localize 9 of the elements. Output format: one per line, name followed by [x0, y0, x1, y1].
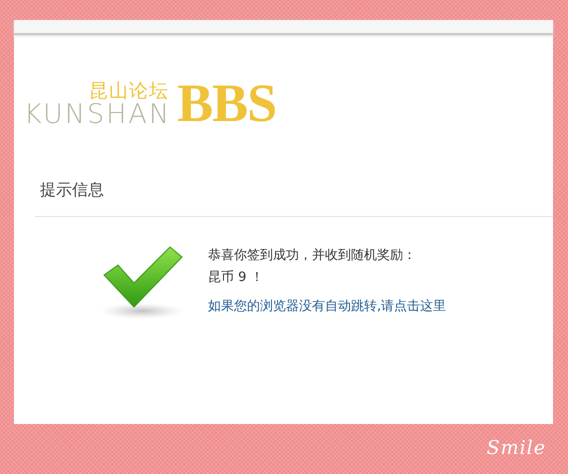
frame-caption: Smile	[486, 436, 546, 460]
redirect-link[interactable]: 如果您的浏览器没有自动跳转,请点击这里	[208, 296, 446, 316]
checkmark-icon	[100, 244, 186, 321]
logo-chinese-text: 昆山论坛	[89, 82, 170, 101]
message-text: 昆币 9 ！	[208, 268, 265, 287]
notice-title: 提示信息	[40, 178, 105, 201]
logo-mark: BBS	[177, 79, 276, 128]
message-text: 恭喜你签到成功，并收到随机奖励：	[208, 246, 417, 265]
logo-latin-text: KUNSHAN	[24, 100, 172, 128]
